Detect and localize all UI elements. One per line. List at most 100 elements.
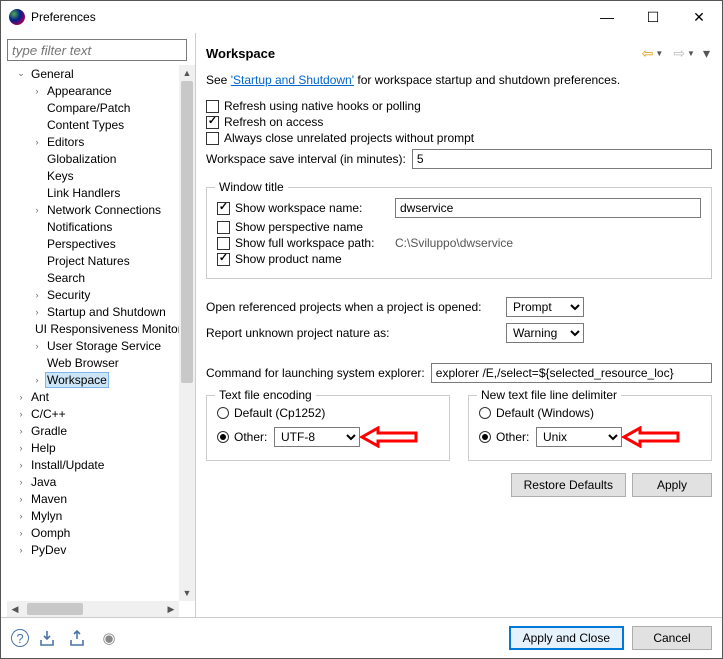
chevron-right-icon[interactable]: › bbox=[15, 408, 27, 420]
close-unrelated-checkbox[interactable] bbox=[206, 132, 219, 145]
tree-item[interactable]: Web Browser bbox=[9, 354, 179, 371]
oomph-icon[interactable]: ◉ bbox=[99, 628, 119, 648]
tree-item[interactable]: ›PyDev bbox=[9, 541, 179, 558]
tree-item[interactable]: Project Natures bbox=[9, 252, 179, 269]
tree-item-label: General bbox=[29, 67, 76, 81]
system-explorer-label: Command for launching system explorer: bbox=[206, 366, 425, 380]
chevron-right-icon[interactable]: › bbox=[15, 527, 27, 539]
chevron-down-icon[interactable]: ⌄ bbox=[15, 68, 27, 80]
tree-item[interactable]: ›User Storage Service bbox=[9, 337, 179, 354]
startup-shutdown-link[interactable]: 'Startup and Shutdown' bbox=[231, 73, 354, 87]
tree-item[interactable]: ›Appearance bbox=[9, 82, 179, 99]
encoding-other-radio[interactable] bbox=[217, 431, 229, 443]
back-button[interactable]: ⇦▼ bbox=[640, 45, 666, 62]
tree-horizontal-scrollbar[interactable]: ◀ ▶ bbox=[7, 601, 179, 617]
tree-item[interactable]: Perspectives bbox=[9, 235, 179, 252]
chevron-right-icon[interactable]: › bbox=[15, 493, 27, 505]
refresh-access-checkbox[interactable] bbox=[206, 116, 219, 129]
chevron-right-icon[interactable]: › bbox=[15, 442, 27, 454]
tree-item[interactable]: Notifications bbox=[9, 218, 179, 235]
tree-item-label: Java bbox=[29, 475, 58, 489]
tree-item[interactable]: ⌄General bbox=[9, 65, 179, 82]
save-interval-input[interactable] bbox=[412, 149, 712, 169]
restore-defaults-button[interactable]: Restore Defaults bbox=[511, 473, 626, 497]
tree-item[interactable]: ›Ant bbox=[9, 388, 179, 405]
tree-item-label: Compare/Patch bbox=[45, 101, 132, 115]
import-icon[interactable] bbox=[39, 628, 59, 648]
chevron-right-icon[interactable]: › bbox=[15, 510, 27, 522]
scroll-right-icon[interactable]: ▶ bbox=[163, 601, 179, 617]
tree-item-label: Notifications bbox=[45, 220, 114, 234]
apply-and-close-button[interactable]: Apply and Close bbox=[509, 626, 624, 650]
tree-item[interactable]: ›Maven bbox=[9, 490, 179, 507]
tree-item[interactable]: ›Oomph bbox=[9, 524, 179, 541]
apply-button[interactable]: Apply bbox=[632, 473, 712, 497]
menu-button[interactable]: ▾ bbox=[701, 45, 712, 62]
tree-item[interactable]: Search bbox=[9, 269, 179, 286]
scroll-left-icon[interactable]: ◀ bbox=[7, 601, 23, 617]
delimiter-select[interactable]: Unix bbox=[536, 427, 622, 447]
chevron-right-icon[interactable]: › bbox=[31, 340, 43, 352]
tree-item[interactable]: Content Types bbox=[9, 116, 179, 133]
help-icon[interactable]: ? bbox=[11, 629, 29, 647]
maximize-button[interactable]: ☐ bbox=[630, 1, 676, 33]
window-title-group-label: Window title bbox=[215, 180, 288, 194]
tree-item[interactable]: Keys bbox=[9, 167, 179, 184]
tree-hscroll-thumb[interactable] bbox=[27, 603, 83, 615]
delimiter-other-radio[interactable] bbox=[479, 431, 491, 443]
encoding-select[interactable]: UTF-8 bbox=[274, 427, 360, 447]
chevron-right-icon[interactable]: › bbox=[31, 85, 43, 97]
tree-item[interactable]: ›Help bbox=[9, 439, 179, 456]
close-button[interactable]: ✕ bbox=[676, 1, 722, 33]
scroll-up-icon[interactable]: ▲ bbox=[179, 65, 195, 81]
chevron-right-icon[interactable]: › bbox=[15, 425, 27, 437]
tree-item[interactable]: ›Security bbox=[9, 286, 179, 303]
export-icon[interactable] bbox=[69, 628, 89, 648]
chevron-right-icon[interactable]: › bbox=[31, 136, 43, 148]
system-explorer-input[interactable] bbox=[431, 363, 712, 383]
chevron-right-icon[interactable]: › bbox=[15, 391, 27, 403]
tree-item[interactable]: Compare/Patch bbox=[9, 99, 179, 116]
show-workspace-name-label: Show workspace name: bbox=[235, 201, 395, 215]
chevron-right-icon[interactable]: › bbox=[15, 476, 27, 488]
chevron-right-icon[interactable]: › bbox=[15, 544, 27, 556]
filter-input[interactable] bbox=[7, 39, 187, 61]
show-workspace-name-checkbox[interactable] bbox=[217, 202, 230, 215]
workspace-name-input[interactable] bbox=[395, 198, 701, 218]
tree-item[interactable]: ›Mylyn bbox=[9, 507, 179, 524]
open-referenced-select[interactable]: Prompt bbox=[506, 297, 584, 317]
encoding-default-radio[interactable] bbox=[217, 407, 229, 419]
tree-item-label: User Storage Service bbox=[45, 339, 163, 353]
chevron-right-icon[interactable]: › bbox=[31, 289, 43, 301]
tree-scroll-thumb[interactable] bbox=[181, 81, 193, 383]
tree-item[interactable]: Globalization bbox=[9, 150, 179, 167]
show-full-path-checkbox[interactable] bbox=[217, 237, 230, 250]
show-perspective-checkbox[interactable] bbox=[217, 221, 230, 234]
preference-tree[interactable]: ⌄General›Appearance Compare/PatchContent … bbox=[7, 65, 179, 601]
show-full-path-label: Show full workspace path: bbox=[235, 236, 395, 250]
show-product-checkbox[interactable] bbox=[217, 253, 230, 266]
tree-item[interactable]: ›Editors bbox=[9, 133, 179, 150]
chevron-right-icon[interactable]: › bbox=[15, 459, 27, 471]
chevron-right-icon[interactable]: › bbox=[31, 204, 43, 216]
scroll-down-icon[interactable]: ▼ bbox=[179, 585, 195, 601]
chevron-right-icon[interactable]: › bbox=[31, 374, 43, 386]
tree-item[interactable]: ›Network Connections bbox=[9, 201, 179, 218]
refresh-native-checkbox[interactable] bbox=[206, 100, 219, 113]
delimiter-default-radio[interactable] bbox=[479, 407, 491, 419]
chevron-right-icon[interactable]: › bbox=[31, 306, 43, 318]
unknown-nature-select[interactable]: Warning bbox=[506, 323, 584, 343]
tree-item[interactable]: ›Startup and Shutdown bbox=[9, 303, 179, 320]
tree-item[interactable]: Link Handlers bbox=[9, 184, 179, 201]
minimize-button[interactable]: — bbox=[584, 1, 630, 33]
tree-vertical-scrollbar[interactable]: ▲ ▼ bbox=[179, 65, 195, 601]
tree-item[interactable]: UI Responsiveness Monitoring bbox=[9, 320, 179, 337]
tree-item[interactable]: ›Java bbox=[9, 473, 179, 490]
forward-button[interactable]: ⇨▼ bbox=[671, 45, 697, 62]
cancel-button[interactable]: Cancel bbox=[632, 626, 712, 650]
tree-item[interactable]: ›Gradle bbox=[9, 422, 179, 439]
tree-item[interactable]: ›Install/Update bbox=[9, 456, 179, 473]
tree-item-label: Link Handlers bbox=[45, 186, 122, 200]
tree-item[interactable]: ›Workspace bbox=[9, 371, 179, 388]
tree-item[interactable]: ›C/C++ bbox=[9, 405, 179, 422]
